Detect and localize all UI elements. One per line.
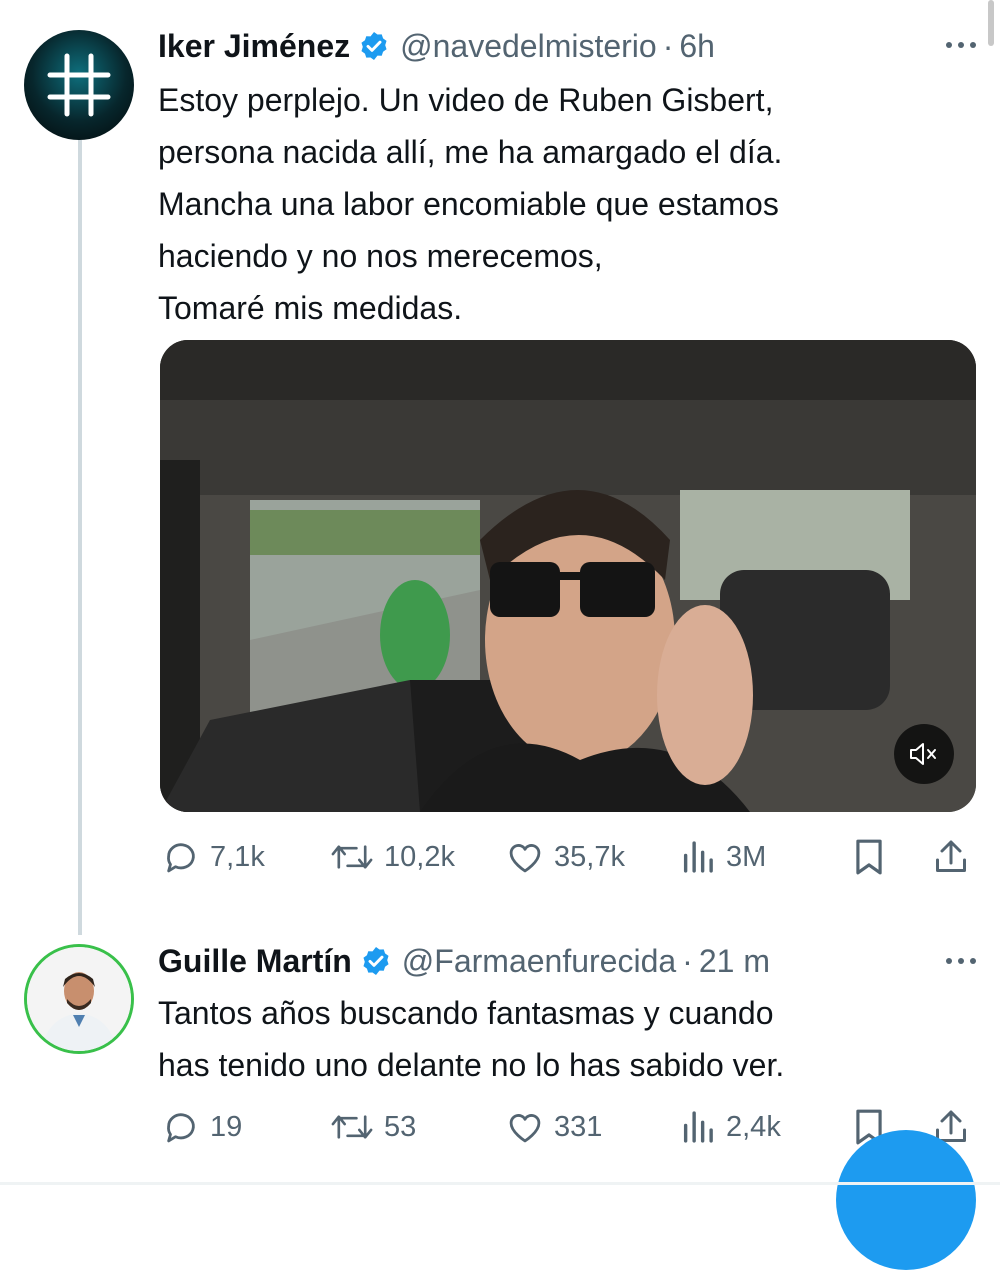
like-count: 35,7k [554,840,625,873]
author-name[interactable]: Guille Martín [158,943,352,980]
share-icon [936,840,966,872]
separator-dot: · [682,942,693,979]
author-name[interactable]: Iker Jiménez [158,28,350,65]
views-button[interactable]: 3M [680,840,766,874]
views-count: 2,4k [726,1110,781,1143]
tweet-actions: 7,1k 10,2k 35,7k 3M [158,830,976,884]
retweet-icon [331,1115,373,1139]
reply-count: 19 [210,1110,243,1143]
hashtag-icon [47,53,111,117]
share-button[interactable] [934,839,968,875]
scrollbar[interactable] [988,0,994,46]
verified-badge-icon [358,30,390,62]
like-count: 331 [554,1110,603,1143]
reply-button[interactable]: 7,1k [162,840,265,874]
separator-dot: · [662,27,674,64]
compose-fab-button[interactable] [836,1130,976,1270]
views-bar-chart-icon [683,1111,713,1143]
author-handle[interactable]: @Farmaenfurecida [402,943,676,980]
views-bar-chart-icon [683,841,713,873]
tweet-header: Guille Martín @Farmaenfurecida · 21 m [158,937,770,985]
verified-badge-icon [360,945,392,977]
more-options-icon[interactable] [946,958,976,964]
retweet-button[interactable]: 53 [330,1110,416,1144]
retweet-button[interactable]: 10,2k [330,840,455,874]
person-photo [27,947,131,1051]
tweet-text: Estoy perplejo. Un video de Ruben Gisber… [158,82,783,326]
retweet-icon [331,845,373,869]
timestamp[interactable]: 21 m [699,943,770,980]
bookmark-icon [856,839,882,875]
tweet-header: Iker Jiménez @navedelmisterio · 6h [158,24,715,68]
speaker-muted-icon [910,743,936,765]
like-button[interactable]: 35,7k [506,840,625,874]
mute-toggle-button[interactable] [894,724,954,784]
author-handle[interactable]: @navedelmisterio [400,28,657,65]
thread-connector-line [78,140,82,935]
reply-icon [167,1113,195,1143]
timestamp[interactable]: 6h [679,28,715,65]
reply-icon [167,843,195,873]
like-button[interactable]: 331 [506,1110,602,1144]
more-options-icon[interactable] [946,42,976,48]
bookmark-button[interactable] [854,838,884,876]
avatar[interactable] [24,30,134,140]
tweet-actions: 19 53 331 2,4k [158,1100,976,1154]
avatar[interactable] [24,944,134,1054]
views-count: 3M [726,840,767,873]
heart-icon [509,1114,541,1143]
views-button[interactable]: 2,4k [680,1110,781,1144]
video-frame-image [160,340,976,812]
reply-button[interactable]: 19 [162,1110,242,1144]
heart-icon [509,844,541,873]
video-thumbnail[interactable] [160,340,976,812]
reply-count: 7,1k [210,840,265,873]
tweet-text: Tantos años buscando fantasmas y cuando … [158,995,785,1083]
retweet-count: 53 [384,1110,417,1143]
retweet-count: 10,2k [384,840,455,873]
